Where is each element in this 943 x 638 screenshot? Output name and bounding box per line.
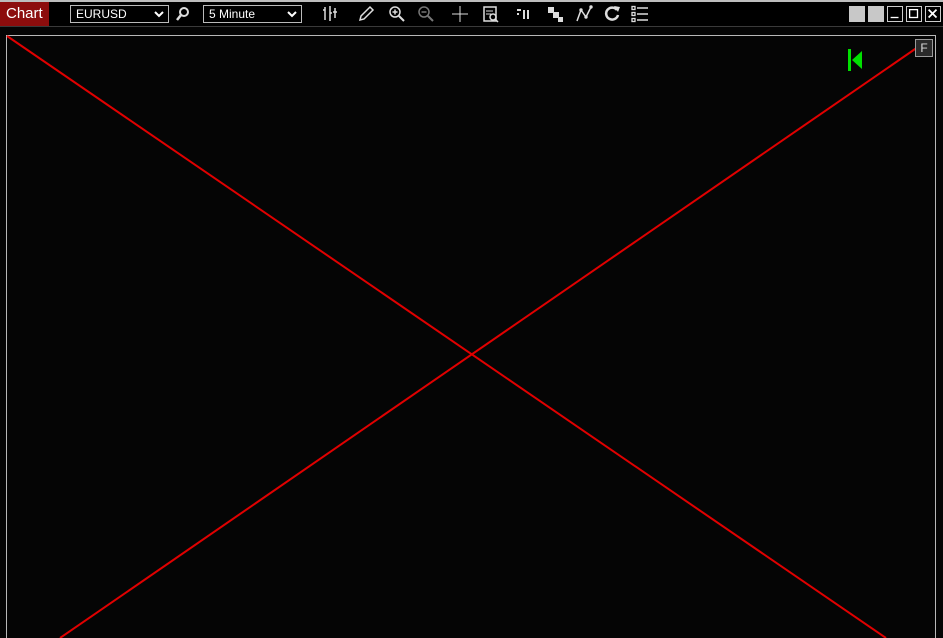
error-cross-line-1 bbox=[6, 35, 887, 638]
chart-canvas bbox=[6, 35, 919, 638]
chart-window: Chart EURUSD 5 Minute F bbox=[0, 0, 943, 638]
f-button[interactable]: F bbox=[915, 39, 933, 57]
scroll-to-start-icon[interactable] bbox=[848, 49, 862, 71]
error-cross-line-2 bbox=[59, 46, 919, 638]
